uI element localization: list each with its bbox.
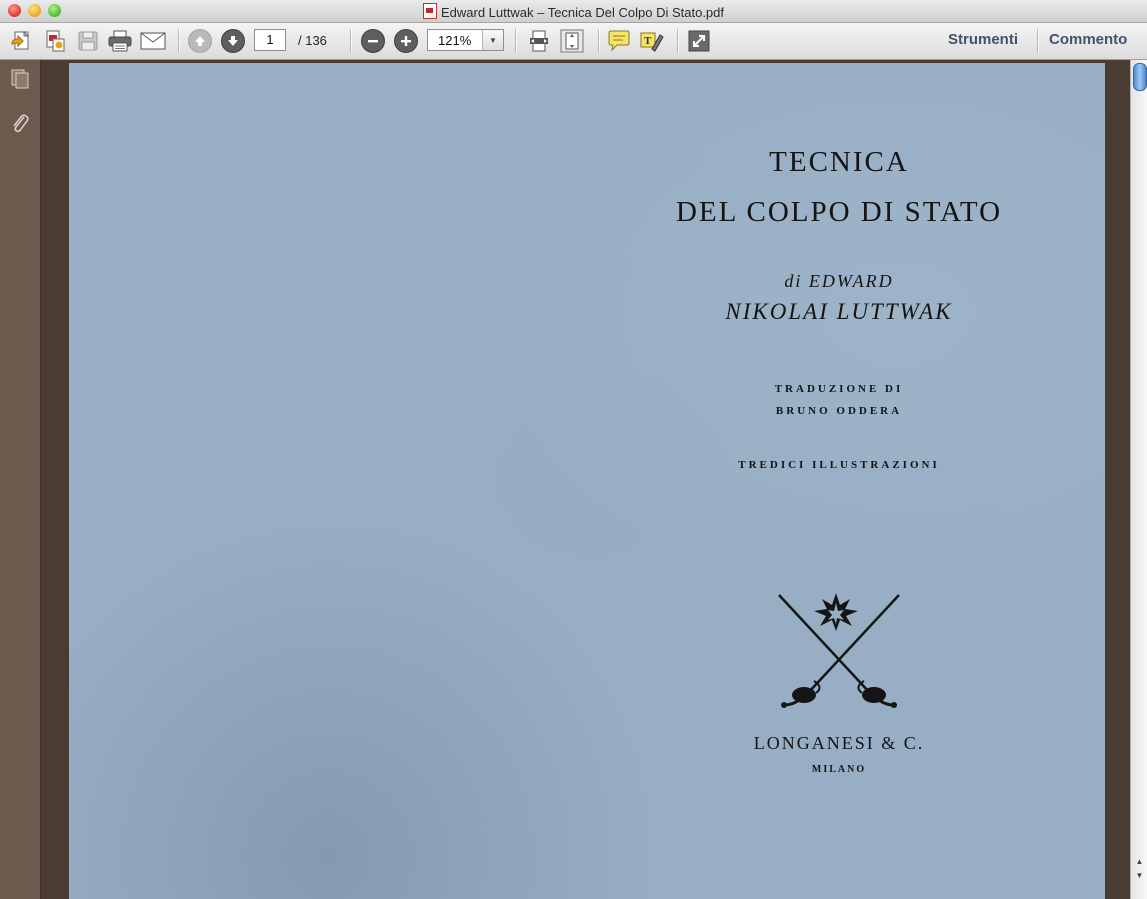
page-total: / 136 — [298, 33, 327, 48]
previous-page-button[interactable] — [186, 27, 214, 55]
publisher-emblem-icon — [778, 593, 900, 708]
create-pdf-button[interactable] — [8, 27, 36, 55]
sticky-note-icon — [608, 30, 630, 52]
fit-page-icon — [560, 29, 584, 53]
book-title-line2: DEL COLPO DI STATO — [675, 196, 1003, 228]
zoom-out-icon — [361, 29, 385, 53]
add-note-button[interactable] — [605, 27, 633, 55]
page-number-input[interactable]: 1 — [254, 29, 286, 51]
combine-files-button[interactable] — [41, 27, 69, 55]
highlight-icon: T — [640, 32, 664, 52]
toolbar-separator — [178, 29, 180, 53]
scrollbar-thumb[interactable] — [1133, 63, 1147, 91]
pdf-file-icon — [422, 3, 437, 19]
pages-panel-button[interactable] — [9, 68, 31, 90]
toolbar-separator — [350, 29, 352, 53]
tools-tab[interactable]: Strumenti — [948, 31, 1018, 48]
title-bar: Edward Luttwak – Tecnica Del Colpo Di St… — [0, 0, 1147, 23]
zoom-in-button[interactable] — [392, 27, 420, 55]
zoom-in-icon — [394, 29, 418, 53]
print-icon — [108, 30, 132, 52]
print-button[interactable] — [106, 27, 134, 55]
highlight-text-button[interactable]: T — [638, 27, 666, 55]
pages-panel-icon — [11, 69, 29, 89]
attachments-button[interactable] — [9, 112, 31, 134]
scroll-down-arrow-icon[interactable]: ▼ — [1134, 870, 1145, 881]
scroll-up-arrow-icon[interactable]: ▲ — [1134, 856, 1145, 867]
page-up-icon — [188, 29, 212, 53]
save-icon — [78, 31, 98, 51]
fit-width-icon — [530, 30, 548, 52]
attachments-icon — [13, 114, 29, 133]
illustrations-note: TREDICI ILLUSTRAZIONI — [738, 459, 940, 471]
page-down-icon — [221, 29, 245, 53]
email-button[interactable] — [139, 27, 167, 55]
save-button[interactable] — [74, 27, 102, 55]
window-title-text: Edward Luttwak – Tecnica Del Colpo Di St… — [440, 5, 725, 20]
combine-files-icon — [46, 30, 65, 52]
chevron-down-icon[interactable]: ▼ — [482, 30, 503, 50]
publisher-city: MILANO — [811, 764, 867, 775]
toolbar: 1 / 136 121% ▼ T Strumenti Commento — [0, 23, 1147, 60]
email-icon — [140, 32, 166, 50]
navigation-pane — [0, 60, 41, 899]
translator-name: BRUNO ODDERA — [775, 405, 903, 417]
toolbar-separator — [515, 29, 517, 53]
toolbar-separator — [598, 29, 600, 53]
author-name: NIKOLAI LUTTWAK — [725, 299, 953, 324]
author-prefix: di EDWARD — [784, 271, 894, 291]
comment-tab[interactable]: Commento — [1049, 31, 1127, 48]
next-page-button[interactable] — [219, 27, 247, 55]
toolbar-separator — [677, 29, 679, 53]
toolbar-separator — [1037, 29, 1039, 53]
pdf-page: TECNICA DEL COLPO DI STATO di EDWARD NIK… — [69, 63, 1105, 899]
fit-page-button[interactable] — [558, 27, 586, 55]
fullscreen-button[interactable] — [685, 27, 713, 55]
book-title-line1: TECNICA — [769, 146, 909, 178]
zoom-select[interactable]: 121% ▼ — [427, 29, 504, 51]
fullscreen-icon — [688, 30, 710, 52]
create-pdf-icon — [11, 30, 30, 50]
zoom-value: 121% — [438, 33, 472, 48]
svg-text:T: T — [644, 35, 652, 47]
translation-label: TRADUZIONE DI — [774, 383, 904, 395]
document-viewer[interactable]: TECNICA DEL COLPO DI STATO di EDWARD NIK… — [41, 60, 1130, 899]
window-title: Edward Luttwak – Tecnica Del Colpo Di St… — [0, 3, 1147, 20]
publisher-name: LONGANESI & C. — [753, 733, 925, 753]
zoom-out-button[interactable] — [359, 27, 387, 55]
fit-width-button[interactable] — [525, 27, 553, 55]
vertical-scrollbar[interactable]: ▲ ▼ — [1130, 60, 1147, 899]
